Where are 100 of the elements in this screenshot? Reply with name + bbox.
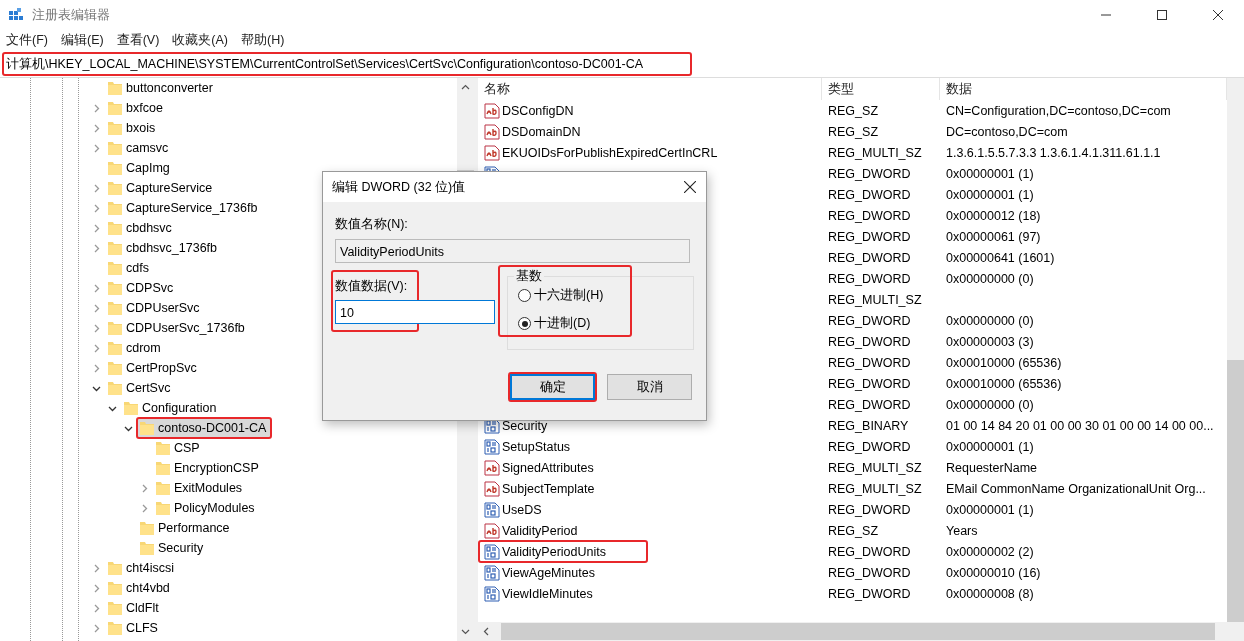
value-name[interactable]: EKUOIDsForPublishExpiredCertInCRL [502, 145, 718, 160]
tree-item[interactable]: CLFS [126, 621, 158, 635]
folder-icon [107, 340, 123, 356]
scroll-down-icon[interactable] [461, 629, 470, 635]
radio-button[interactable] [518, 317, 531, 330]
value-type: REG_DWORD [828, 355, 911, 370]
value-data: CN=Configuration,DC=contoso,DC=com [946, 103, 1171, 118]
value-name[interactable]: UseDS [502, 502, 542, 517]
tree-item[interactable]: Performance [158, 521, 230, 535]
value-data-field[interactable]: 10 [335, 300, 495, 324]
column-header[interactable]: 名称 [478, 78, 822, 100]
folder-icon [107, 180, 123, 196]
tree-item[interactable]: CertSvc [126, 381, 171, 395]
column-header[interactable]: 类型 [822, 78, 940, 100]
binary-value-icon [484, 501, 500, 518]
address-field[interactable]: 计算机\HKEY_LOCAL_MACHINE\SYSTEM\CurrentControlSet\Services\CertSvc\Configuration\contoso-DC001-CA [2, 52, 692, 76]
tree-item[interactable]: Security [158, 541, 204, 555]
value-name[interactable]: DSDomainDN [502, 124, 581, 139]
tree-item[interactable]: cbdhsvc_1736fb [126, 241, 218, 255]
value-type: REG_DWORD [828, 229, 911, 244]
value-name[interactable]: ViewAgeMinutes [502, 565, 595, 580]
folder-icon [107, 320, 123, 336]
radio-button[interactable] [518, 289, 531, 302]
tree-item[interactable]: CertPropSvc [126, 361, 197, 375]
value-type: REG_SZ [828, 523, 878, 538]
value-type: REG_SZ [828, 124, 878, 139]
menu-item[interactable]: 收藏夹(A) [172, 32, 228, 49]
tree-item[interactable]: CaptureService_1736fb [126, 201, 258, 215]
tree-item[interactable]: buttonconverter [126, 81, 213, 95]
tree-item[interactable]: cht4iscsi [126, 561, 174, 575]
value-name[interactable]: DSConfigDN [502, 103, 574, 118]
value-name[interactable]: ViewIdleMinutes [502, 586, 593, 601]
value-type: REG_DWORD [828, 250, 911, 265]
menu-item[interactable]: 帮助(H) [241, 32, 285, 49]
close-icon[interactable] [1213, 10, 1223, 20]
menu-item[interactable]: 文件(F) [6, 32, 48, 49]
tree-item[interactable]: CSP [174, 441, 200, 455]
tree-item[interactable]: CldFlt [126, 601, 159, 615]
value-type: REG_DWORD [828, 334, 911, 349]
tree-item[interactable]: bxois [126, 121, 156, 135]
value-name[interactable]: ValidityPeriod [502, 523, 578, 538]
value-data: 0x00000000 (0) [946, 271, 1034, 286]
string-value-icon [484, 522, 500, 539]
tree-item[interactable]: bxfcoe [126, 101, 163, 115]
radio-label[interactable]: 十进制(D) [534, 315, 591, 332]
value-data: 0x00000061 (97) [946, 229, 1041, 244]
tree-item[interactable]: cdrom [126, 341, 161, 355]
folder-icon [107, 600, 123, 616]
binary-value-icon [484, 585, 500, 602]
tree-item[interactable]: ExitModules [174, 481, 243, 495]
folder-icon [155, 440, 171, 456]
tree-item[interactable]: cht4vbd [126, 581, 170, 595]
value-type: REG_MULTI_SZ [828, 460, 922, 475]
tree-item[interactable]: camsvc [126, 141, 169, 155]
folder-icon [107, 380, 123, 396]
tree-item[interactable]: CapImg [126, 161, 170, 175]
string-value-icon [484, 144, 500, 161]
dialog-button[interactable]: 确定 [510, 374, 595, 400]
menu-item[interactable]: 查看(V) [116, 32, 160, 49]
value-type: REG_DWORD [828, 187, 911, 202]
value-name[interactable]: SetupStatus [502, 439, 571, 454]
value-data: 0x00000001 (1) [946, 187, 1034, 202]
value-data: 0x00000010 (16) [946, 565, 1041, 580]
value-name[interactable]: SubjectTemplate [502, 481, 595, 496]
value-type: REG_MULTI_SZ [828, 145, 922, 160]
scroll-left-icon[interactable] [483, 627, 489, 636]
tree-item[interactable]: CDPUserSvc [126, 301, 200, 315]
scrollbar-thumb[interactable] [1227, 360, 1244, 622]
tree-item[interactable]: PolicyModules [174, 501, 255, 515]
value-type: REG_BINARY [828, 418, 909, 433]
folder-icon [107, 80, 123, 96]
tree-item[interactable]: cbdhsvc [126, 221, 172, 235]
binary-value-icon [484, 543, 500, 560]
value-name[interactable]: SignedAttributes [502, 460, 594, 475]
tree-item[interactable]: CDPUserSvc_1736fb [126, 321, 245, 335]
scroll-up-icon[interactable] [461, 84, 470, 90]
value-data: 0x00000003 (3) [946, 334, 1034, 349]
menu-item[interactable]: 编辑(E) [60, 32, 104, 49]
folder-icon [123, 400, 139, 416]
value-data: EMail CommonName OrganizationalUnit Org... [946, 481, 1206, 496]
tree-item[interactable]: CaptureService [126, 181, 213, 195]
folder-icon [155, 500, 171, 516]
tree-item[interactable]: cdfs [126, 261, 149, 275]
scrollbar-thumb[interactable] [501, 623, 1215, 640]
string-value-icon [484, 102, 500, 119]
radio-label[interactable]: 十六进制(H) [534, 287, 604, 304]
maximize-icon[interactable] [1157, 10, 1167, 20]
value-name[interactable]: Security [502, 418, 548, 433]
value-type: REG_DWORD [828, 397, 911, 412]
field-label: 数值数据(V): [335, 278, 409, 295]
tree-item[interactable]: Configuration [142, 401, 217, 415]
binary-value-icon [484, 438, 500, 455]
value-type: REG_DWORD [828, 166, 911, 181]
value-type: REG_DWORD [828, 544, 911, 559]
dialog-button[interactable]: 取消 [607, 374, 692, 400]
tree-item[interactable]: EncryptionCSP [174, 461, 259, 475]
tree-item[interactable]: CDPSvc [126, 281, 174, 295]
close-icon[interactable] [684, 181, 696, 193]
value-data: 0x00000002 (2) [946, 544, 1034, 559]
value-name-field[interactable]: ValidityPeriodUnits [335, 239, 690, 263]
